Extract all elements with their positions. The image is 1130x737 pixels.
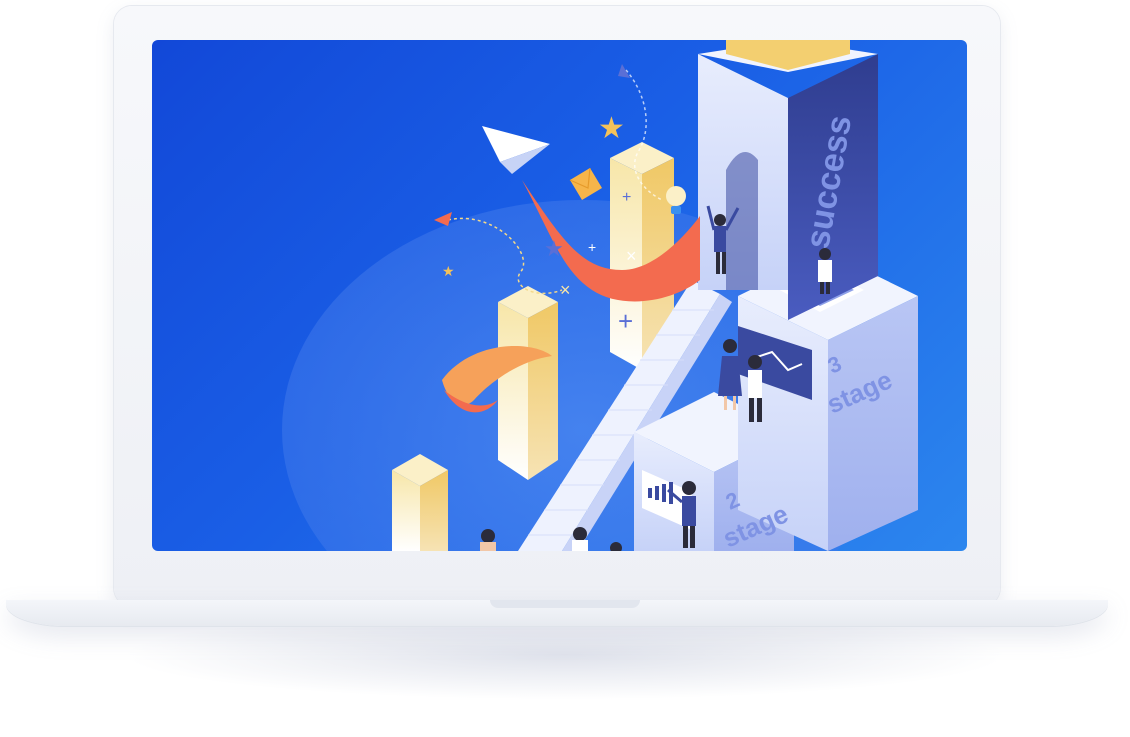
plus-icon-2: + (622, 189, 631, 206)
laptop-screen: success 3 stage 2 stage ★ ★ ★ + + × × + (152, 40, 967, 551)
star-icon: ★ (598, 112, 625, 145)
growth-illustration: success 3 stage 2 stage ★ ★ ★ + + × × + (282, 40, 918, 551)
short-bar (392, 454, 448, 551)
star-icon-2: ★ (442, 263, 455, 279)
star-icon-3: ★ (544, 236, 564, 261)
paper-plane-icon (482, 126, 550, 174)
cross-icon: × (560, 280, 571, 300)
envelope-icon (569, 167, 602, 200)
success-tower (698, 40, 878, 320)
medium-bar (498, 286, 558, 480)
plus-icon: + (618, 306, 633, 336)
arrow-head-icon-2 (618, 64, 630, 78)
laptop-base-notch (490, 600, 640, 608)
plus-icon-3: + (588, 239, 596, 255)
person-bottom-left (480, 529, 496, 551)
cross-icon-2: × (626, 246, 637, 266)
